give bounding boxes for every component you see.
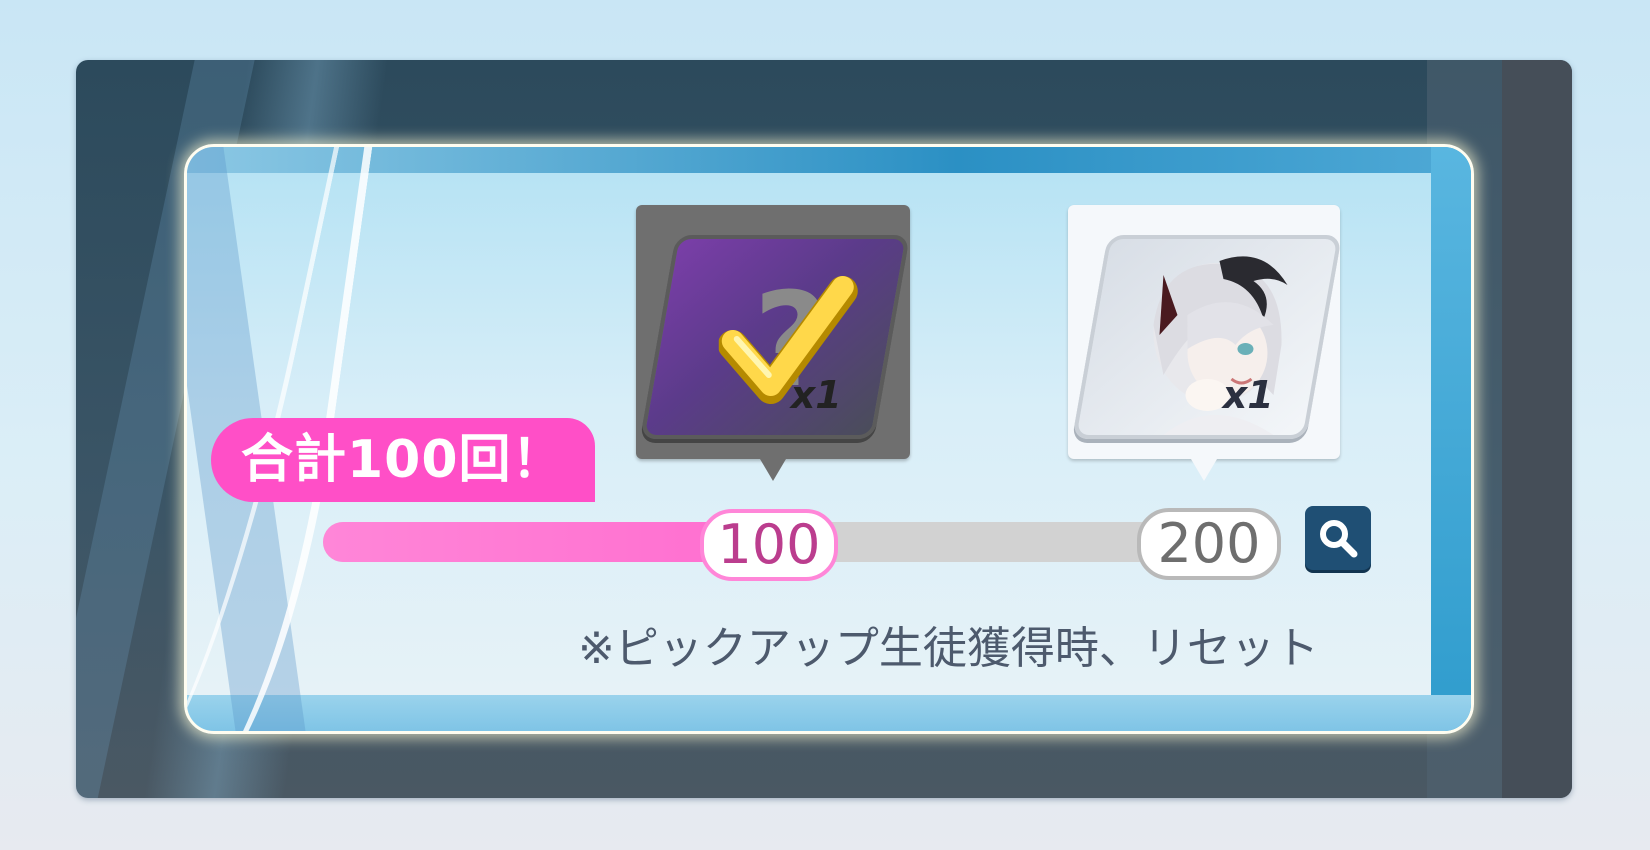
details-search-button[interactable] [1305,506,1371,570]
panel-top-bar [187,147,1471,173]
search-icon [1320,520,1358,558]
student-portrait [1153,256,1288,435]
background-band [1502,60,1572,798]
reward-quantity: x1 [1222,373,1274,417]
panel-right-edge [1431,147,1471,731]
total-pulls-badge: 合計100回！ [211,418,595,502]
milestone-200-marker: 200 [1137,508,1281,580]
reset-note: ※ピックアップ生徒獲得時、リセット [578,623,1319,674]
panel-bottom-bar [187,695,1471,731]
reward-pointer [1191,459,1217,481]
reward-pointer [760,459,786,481]
reward-200[interactable]: x1 [1068,205,1342,481]
reward-tile: x1 [1072,235,1342,439]
reward-100[interactable]: ? x1 [636,205,910,481]
milestone-100-marker: 100 [700,509,838,581]
reward-tile: ? x1 [640,235,910,439]
reward-quantity: x1 [790,373,842,417]
progress-fill [323,522,743,562]
